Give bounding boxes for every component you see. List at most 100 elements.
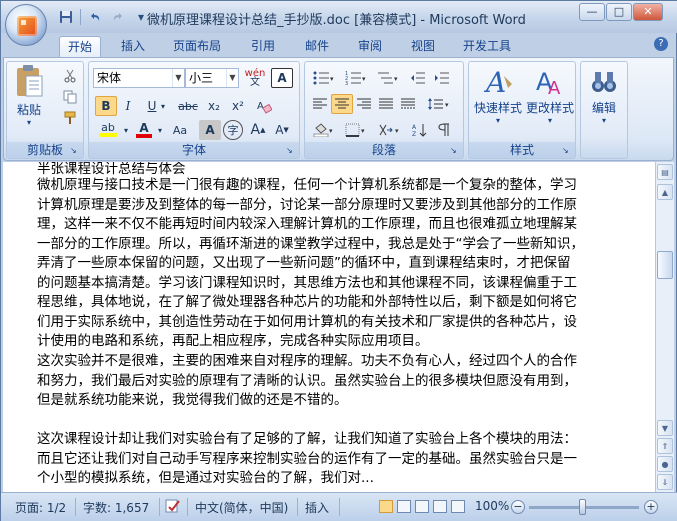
enclose-characters-button[interactable]: 字 [223,120,243,140]
increase-indent-icon[interactable] [431,68,453,88]
close-button[interactable]: ✕ [633,3,663,21]
borders-icon[interactable]: ▾ [341,120,371,140]
tab-home[interactable]: 开始 [59,36,102,57]
svg-text:Z: Z [412,131,416,137]
scroll-down-icon[interactable]: ▼ [657,420,673,436]
superscript-button[interactable]: x² [227,96,249,116]
change-case-button[interactable]: Aa [167,120,193,140]
font-color-dropdown-icon[interactable]: ▾ [155,120,165,140]
highlight-dropdown-icon[interactable]: ▾ [121,120,131,140]
tab-review[interactable]: 审阅 [350,36,390,57]
draft-view-icon[interactable] [451,500,465,513]
change-styles-dropdown-icon[interactable]: ▾ [525,116,575,125]
paste-button[interactable]: 粘贴 ▾ [11,64,47,127]
shading-icon[interactable]: ▾ [309,120,339,140]
strikethrough-button[interactable]: abc [175,96,201,116]
bullets-icon[interactable]: ▾ [309,68,339,88]
character-border-button[interactable]: A [271,68,293,88]
font-group-label: 字体 [89,142,299,158]
clipboard-group: 粘贴 ▾ 剪贴板 ↘ [6,61,84,159]
status-separator [159,498,160,516]
copy-icon[interactable] [59,87,81,107]
zoom-out-icon[interactable]: − [511,500,525,514]
chevron-down-icon[interactable]: ▼ [172,69,184,87]
quick-styles-dropdown-icon[interactable]: ▾ [473,116,523,125]
chinese-layout-icon[interactable]: ▾ [375,120,405,140]
underline-dropdown-icon[interactable]: ▾ [157,96,169,116]
sort-icon[interactable]: AZ [409,120,431,140]
clear-formatting-icon[interactable]: A [253,96,275,116]
format-painter-icon[interactable] [59,108,81,128]
tab-view[interactable]: 视图 [403,36,443,57]
editing-dropdown-icon[interactable]: ▾ [583,116,625,125]
font-size-combo[interactable]: 小三 ▼ [185,68,239,88]
undo-icon[interactable] [86,8,104,26]
multilevel-list-icon[interactable]: ▾ [373,68,403,88]
quick-styles-icon: A [483,66,512,99]
align-right-icon[interactable] [353,94,375,114]
language-indicator[interactable]: 中文(简体，中国) [195,499,288,516]
help-icon[interactable]: ? [654,37,668,51]
distributed-icon[interactable] [397,94,419,114]
proofing-icon[interactable] [165,499,181,516]
align-center-icon[interactable] [331,94,353,114]
align-left-icon[interactable] [309,94,331,114]
bold-button[interactable]: B [95,96,117,116]
web-layout-view-icon[interactable] [415,500,429,513]
svg-text:▾: ▾ [362,75,366,83]
grow-font-button[interactable]: A ▲ [247,120,269,140]
paragraph-launcher-icon[interactable]: ↘ [450,145,461,156]
print-layout-view-icon[interactable] [379,500,393,513]
italic-button[interactable]: I [117,96,139,116]
next-page-icon[interactable]: ⇓ [657,474,673,490]
shrink-font-button[interactable]: A ▼ [271,120,293,140]
ruler-toggle-icon[interactable]: ▤ [657,164,673,180]
styles-launcher-icon[interactable]: ↘ [562,145,573,156]
maximize-button[interactable]: □ [606,3,632,21]
phonetic-guide-button[interactable]: wén 文 [243,68,267,88]
editing-button[interactable]: 编辑 ▾ [583,68,625,144]
redo-icon[interactable] [109,8,127,26]
select-browse-object-icon[interactable]: ● [657,456,673,472]
zoom-level[interactable]: 100% [475,499,509,513]
outline-view-icon[interactable] [433,500,447,513]
paste-dropdown-icon[interactable]: ▾ [11,118,47,127]
line-spacing-icon[interactable]: ▾ [423,94,455,114]
character-shading-button[interactable]: A [199,120,221,140]
highlight-button[interactable]: ab [95,120,121,140]
paste-icon [17,65,43,97]
partial-heading: 半张课程设计总结与体会 [37,162,186,177]
full-screen-reading-view-icon[interactable] [397,500,411,513]
change-styles-button[interactable]: AA 更改样式 ▾ [525,66,575,130]
chevron-down-icon[interactable]: ▼ [226,69,238,87]
save-icon[interactable] [57,8,75,26]
tab-mailings[interactable]: 邮件 [297,36,337,57]
office-button[interactable] [5,4,47,46]
clipboard-launcher-icon[interactable]: ↘ [70,145,81,156]
word-count[interactable]: 字数: 1,657 [83,499,149,516]
font-name-combo[interactable]: 宋体 ▼ [93,68,185,88]
decrease-indent-icon[interactable] [407,68,429,88]
tab-insert[interactable]: 插入 [113,36,153,57]
scroll-thumb[interactable] [657,251,673,279]
zoom-in-icon[interactable]: + [644,500,658,514]
zoom-slider-thumb[interactable] [579,499,586,515]
font-launcher-icon[interactable]: ↘ [286,145,297,156]
tab-references[interactable]: 引用 [243,36,283,57]
previous-page-icon[interactable]: ⇑ [657,438,673,454]
page-indicator[interactable]: 页面: 1/2 [15,499,66,516]
subscript-button[interactable]: x₂ [203,96,225,116]
document-area[interactable]: 半张课程设计总结与体会 微机原理与接口技术是一门很有趣的课程，任何一个计算机系统… [3,162,655,492]
insert-mode-indicator[interactable]: 插入 [305,499,329,516]
font-color-button[interactable]: A [133,120,155,140]
cut-icon[interactable] [59,66,81,86]
justify-icon[interactable] [375,94,397,114]
numbering-icon[interactable]: 1 2 3 ▾ [341,68,371,88]
minimize-button[interactable]: — [579,3,605,21]
tab-developer[interactable]: 开发工具 [455,36,519,57]
show-formatting-marks-icon[interactable] [433,120,455,140]
tab-page-layout[interactable]: 页面布局 [165,36,229,57]
quick-styles-button[interactable]: A 快速样式 ▾ [473,66,523,130]
scroll-up-icon[interactable]: ▲ [657,184,673,200]
vertical-scrollbar[interactable]: ▤ ▲ ▼ ⇑ ● ⇓ [655,162,674,492]
